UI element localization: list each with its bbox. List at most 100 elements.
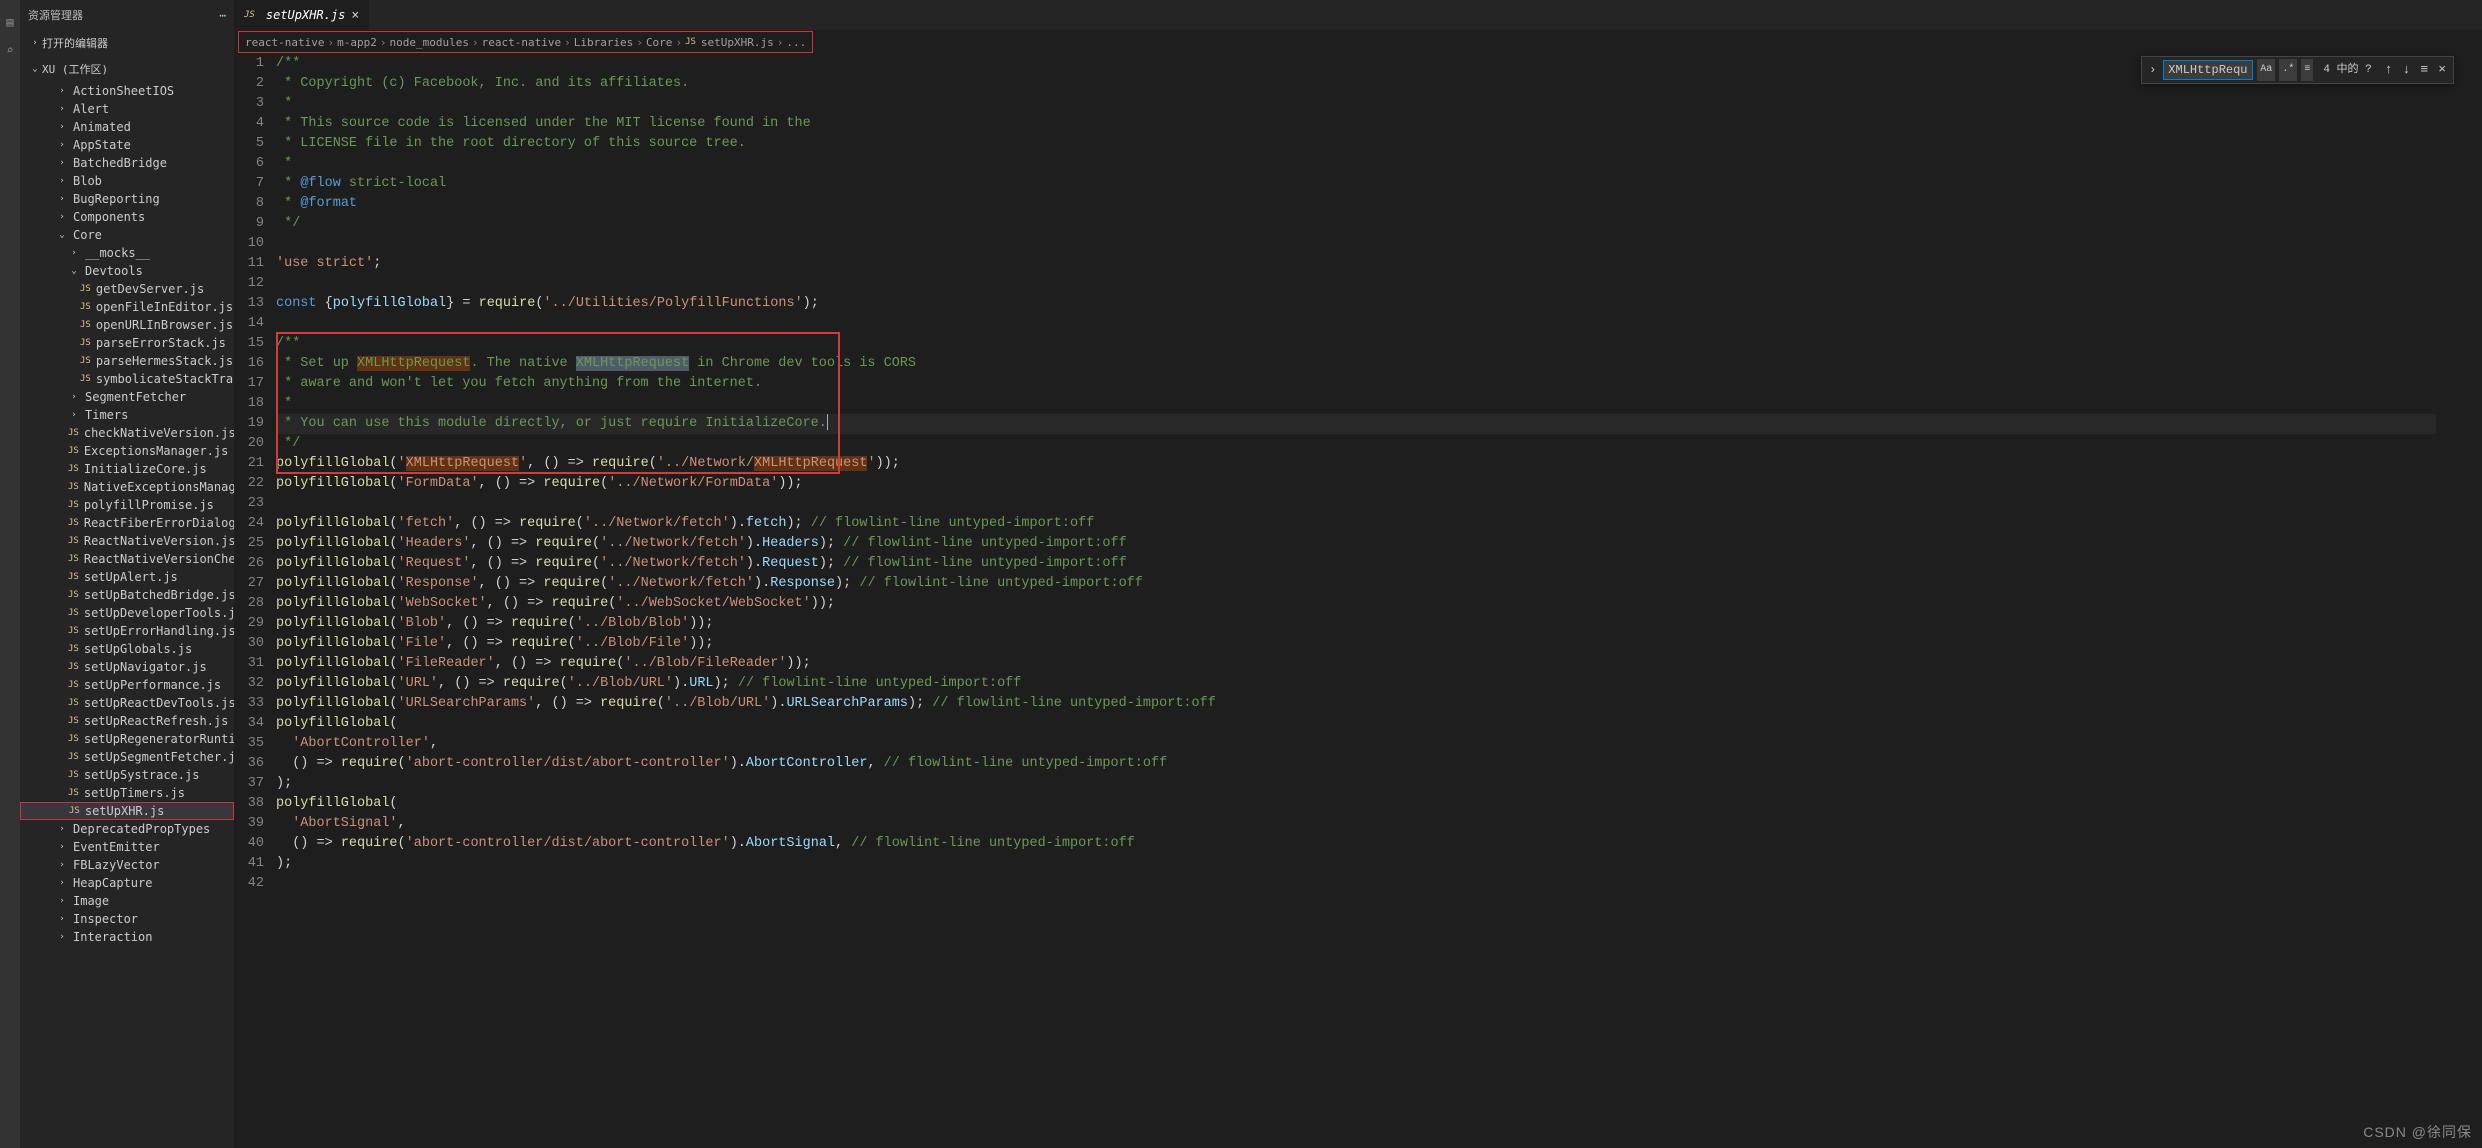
code-line[interactable]: */ [276, 434, 2436, 454]
file-item[interactable]: JSsetUpNavigator.js [20, 658, 234, 676]
folder-item[interactable]: ›Image [20, 892, 234, 910]
code-line[interactable]: * Set up XMLHttpRequest. The native XMLH… [276, 354, 2436, 374]
file-item[interactable]: JSReactNativeVersionCheck.js [20, 550, 234, 568]
find-input[interactable] [2163, 60, 2253, 80]
file-item[interactable]: JSparseHermesStack.js [20, 352, 234, 370]
folder-item[interactable]: ›SegmentFetcher [20, 388, 234, 406]
folder-item[interactable]: ›Components [20, 208, 234, 226]
code-content[interactable]: /** * Copyright (c) Facebook, Inc. and i… [276, 54, 2436, 1148]
code-line[interactable]: polyfillGlobal('fetch', () => require('.… [276, 514, 2436, 534]
breadcrumb-segment[interactable]: setUpXHR.js [701, 36, 774, 49]
code-line[interactable] [276, 314, 2436, 334]
folder-item[interactable]: ›AppState [20, 136, 234, 154]
folder-item[interactable]: ›__mocks__ [20, 244, 234, 262]
folder-item[interactable]: ›DeprecatedPropTypes [20, 820, 234, 838]
file-item[interactable]: JSopenURLInBrowser.js [20, 316, 234, 334]
code-line[interactable]: /** [276, 54, 2436, 74]
code-line[interactable]: * [276, 154, 2436, 174]
code-line[interactable]: const {polyfillGlobal} = require('../Uti… [276, 294, 2436, 314]
prev-match-icon[interactable]: ↑ [2382, 60, 2396, 80]
file-item[interactable]: JSsetUpSystrace.js [20, 766, 234, 784]
folder-item[interactable]: ›ActionSheetIOS [20, 82, 234, 100]
code-line[interactable]: polyfillGlobal( [276, 714, 2436, 734]
code-line[interactable]: * You can use this module directly, or j… [276, 414, 2436, 434]
file-item[interactable]: JSReactFiberErrorDialog.js [20, 514, 234, 532]
file-item[interactable]: JSpolyfillPromise.js [20, 496, 234, 514]
code-line[interactable]: polyfillGlobal('Response', () => require… [276, 574, 2436, 594]
breadcrumb-segment[interactable]: Core [646, 36, 673, 49]
code-line[interactable]: polyfillGlobal('WebSocket', () => requir… [276, 594, 2436, 614]
code-line[interactable]: * aware and won't let you fetch anything… [276, 374, 2436, 394]
search-icon[interactable]: ⌕ [0, 36, 20, 64]
code-editor[interactable]: 1234567891011121314151617181920212223242… [234, 54, 2482, 1148]
file-item[interactable]: JSInitializeCore.js [20, 460, 234, 478]
folder-item[interactable]: ›Alert [20, 100, 234, 118]
code-line[interactable]: polyfillGlobal('FileReader', () => requi… [276, 654, 2436, 674]
file-item[interactable]: JSsetUpErrorHandling.js [20, 622, 234, 640]
folder-item[interactable]: ›BugReporting [20, 190, 234, 208]
folder-item[interactable]: ›Blob [20, 172, 234, 190]
code-line[interactable]: polyfillGlobal('Request', () => require(… [276, 554, 2436, 574]
open-editors-section[interactable]: › 打开的编辑器 [28, 32, 234, 54]
code-line[interactable]: polyfillGlobal('URL', () => require('../… [276, 674, 2436, 694]
code-line[interactable]: */ [276, 214, 2436, 234]
match-case-toggle[interactable]: Aa [2257, 59, 2275, 81]
folder-item[interactable]: ›BatchedBridge [20, 154, 234, 172]
code-line[interactable]: polyfillGlobal( [276, 794, 2436, 814]
file-item[interactable]: JSsetUpReactDevTools.js [20, 694, 234, 712]
sidebar-more-icon[interactable]: ⋯ [219, 9, 226, 22]
tab-setupxhr[interactable]: JS setUpXHR.js × [234, 0, 370, 30]
file-item[interactable]: JSNativeExceptionsManager.js [20, 478, 234, 496]
folder-item[interactable]: ⌄Devtools [20, 262, 234, 280]
close-icon[interactable]: × [351, 8, 359, 23]
code-line[interactable]: ); [276, 774, 2436, 794]
code-line[interactable]: * LICENSE file in the root directory of … [276, 134, 2436, 154]
file-item[interactable]: JSExceptionsManager.js [20, 442, 234, 460]
code-line[interactable] [276, 234, 2436, 254]
file-item[interactable]: JSsetUpBatchedBridge.js [20, 586, 234, 604]
code-line[interactable]: () => require('abort-controller/dist/abo… [276, 754, 2436, 774]
file-item[interactable]: JSsetUpDeveloperTools.js [20, 604, 234, 622]
workspace-section[interactable]: ⌄ XU (工作区) [28, 58, 234, 80]
code-line[interactable]: polyfillGlobal('File', () => require('..… [276, 634, 2436, 654]
file-item[interactable]: JSsymbolicateStackTrace.js [20, 370, 234, 388]
file-item[interactable]: JSsetUpTimers.js [20, 784, 234, 802]
code-line[interactable]: 'use strict'; [276, 254, 2436, 274]
file-item[interactable]: JSparseErrorStack.js [20, 334, 234, 352]
breadcrumb-segment[interactable]: react-native [482, 36, 561, 49]
code-line[interactable] [276, 274, 2436, 294]
code-line[interactable]: * [276, 94, 2436, 114]
code-line[interactable] [276, 494, 2436, 514]
close-icon[interactable]: × [2435, 60, 2449, 80]
code-line[interactable]: * Copyright (c) Facebook, Inc. and its a… [276, 74, 2436, 94]
folder-item[interactable]: ⌄Core [20, 226, 234, 244]
file-item[interactable]: JSopenFileInEditor.js [20, 298, 234, 316]
code-line[interactable]: /** [276, 334, 2436, 354]
code-line[interactable]: polyfillGlobal('Blob', () => require('..… [276, 614, 2436, 634]
breadcrumb[interactable]: react-native›m-app2›node_modules›react-n… [238, 31, 813, 53]
file-item[interactable]: JSsetUpRegeneratorRuntime.js [20, 730, 234, 748]
folder-item[interactable]: ›Interaction [20, 928, 234, 946]
file-item[interactable]: JSsetUpReactRefresh.js [20, 712, 234, 730]
code-line[interactable]: * [276, 394, 2436, 414]
code-line[interactable]: 'AbortController', [276, 734, 2436, 754]
file-item[interactable]: JSgetDevServer.js [20, 280, 234, 298]
file-item[interactable]: JSsetUpPerformance.js [20, 676, 234, 694]
code-line[interactable]: 'AbortSignal', [276, 814, 2436, 834]
code-line[interactable]: * @format [276, 194, 2436, 214]
folder-item[interactable]: ›HeapCapture [20, 874, 234, 892]
next-match-icon[interactable]: ↓ [2400, 60, 2414, 80]
folder-item[interactable]: ›Timers [20, 406, 234, 424]
file-item[interactable]: JSsetUpSegmentFetcher.js [20, 748, 234, 766]
folder-item[interactable]: ›Animated [20, 118, 234, 136]
file-item[interactable]: JSsetUpGlobals.js [20, 640, 234, 658]
folder-item[interactable]: ›FBLazyVector [20, 856, 234, 874]
code-line[interactable]: * @flow strict-local [276, 174, 2436, 194]
chevron-right-icon[interactable]: › [2146, 60, 2159, 80]
folder-item[interactable]: ›Inspector [20, 910, 234, 928]
breadcrumb-segment[interactable]: node_modules [389, 36, 468, 49]
code-line[interactable]: polyfillGlobal('Headers', () => require(… [276, 534, 2436, 554]
file-item[interactable]: JSsetUpAlert.js [20, 568, 234, 586]
code-line[interactable]: polyfillGlobal('URLSearchParams', () => … [276, 694, 2436, 714]
code-line[interactable]: () => require('abort-controller/dist/abo… [276, 834, 2436, 854]
